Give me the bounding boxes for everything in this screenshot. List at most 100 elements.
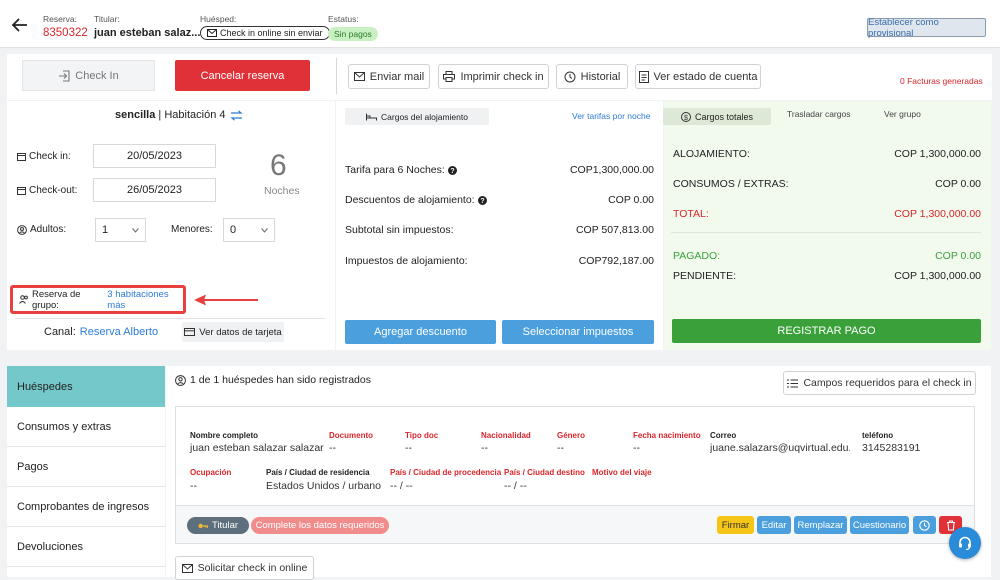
clock-icon: [919, 519, 930, 531]
bed-icon: [366, 113, 378, 121]
channel-value[interactable]: Reserva Alberto: [80, 326, 158, 338]
trash-icon: [946, 519, 956, 531]
checkin-button[interactable]: Check In: [22, 60, 155, 91]
discounts-value: COP 0.00: [608, 194, 654, 206]
questionnaire-button[interactable]: Cuestionario: [850, 516, 909, 534]
tab-total-charges[interactable]: $ Cargos totales: [663, 108, 771, 125]
adults-select[interactable]: 1: [95, 218, 146, 242]
checkin-date-input[interactable]: 20/05/2023: [93, 144, 216, 168]
room-type: sencilla: [115, 109, 156, 121]
guest-residence: Estados Unidos / urbano: [266, 480, 381, 492]
help-icon[interactable]: ?: [477, 195, 487, 205]
history-clock-button[interactable]: [913, 516, 936, 534]
sidebar-item-extras[interactable]: Consumos y extras: [7, 407, 165, 447]
tab-lodging-label: Cargos del alojamiento: [381, 111, 468, 122]
tab-view-group[interactable]: Ver grupo: [884, 109, 921, 119]
send-mail-label: Enviar mail: [369, 70, 425, 83]
send-mail-button[interactable]: Enviar mail: [348, 64, 430, 89]
pending-label: PENDIENTE:: [673, 270, 737, 282]
support-chat-button[interactable]: [949, 527, 981, 559]
users-icon: [19, 295, 29, 304]
guest-occupation: --: [190, 480, 197, 492]
add-discount-button[interactable]: Agregar descuento: [345, 320, 496, 344]
top-bar: [0, 0, 1000, 48]
printer-icon: [443, 71, 456, 82]
minors-value: 0: [230, 224, 237, 236]
reserva-label: Reserva:: [43, 14, 78, 24]
taxes-value: COP792,187.00: [578, 255, 654, 267]
credit-card-icon: [184, 328, 196, 336]
back-arrow-icon[interactable]: [12, 18, 28, 32]
replace-button[interactable]: Remplazar: [794, 516, 847, 534]
card-data-button[interactable]: Ver datos de tarjeta: [182, 322, 284, 342]
cancel-reservation-button[interactable]: Cancelar reserva: [175, 60, 310, 91]
arrow-annotation-icon: [192, 293, 262, 307]
totals-panel: [664, 101, 991, 350]
sign-button[interactable]: Firmar: [717, 516, 754, 534]
document-icon: [638, 70, 649, 83]
group-rooms-link[interactable]: 3 habitaciones más: [107, 289, 183, 311]
titular-badge-label: Titular: [211, 520, 239, 531]
history-button[interactable]: Historial: [556, 64, 628, 89]
pending-value: COP 1,300,000.00: [894, 270, 981, 282]
rates-per-night-link[interactable]: Ver tarifas por noche: [572, 111, 650, 121]
group-reservation-label: Reserva de grupo:: [32, 288, 81, 311]
request-online-checkin-button[interactable]: Solicitar check in online: [175, 556, 314, 580]
rate-value: COP1,300,000.00: [569, 164, 654, 176]
th-birth-date: Fecha nacimiento: [633, 431, 701, 440]
sidebar-item-receipts[interactable]: Comprobantes de ingresos: [7, 487, 165, 527]
checkin-online-badge: Check in online sin enviar: [200, 26, 330, 40]
tab-transfer-charges[interactable]: Trasladar cargos: [787, 109, 850, 119]
lodging-total-value: COP 1,300,000.00: [894, 148, 981, 160]
guest-origin: -- / --: [390, 480, 413, 492]
guest-phone: 3145283191: [862, 442, 921, 454]
help-icon[interactable]: ?: [447, 165, 457, 175]
rate-label: Tarifa para 6 Noches: ?: [345, 164, 457, 176]
sidebar-item-guests[interactable]: Huéspedes: [7, 366, 165, 407]
room-separator: |: [155, 109, 165, 121]
nights-count: 6: [270, 149, 287, 182]
discounts-label: Descuentos de alojamiento: ?: [345, 194, 487, 206]
paid-label: PAGADO:: [673, 250, 721, 262]
sidebar-rest: [7, 567, 165, 577]
guest-full-name: juan esteban salazar salazar: [190, 442, 324, 454]
tab-total-label: Cargos totales: [694, 111, 754, 122]
select-taxes-button[interactable]: Seleccionar impuestos: [502, 320, 654, 344]
invoices-link[interactable]: 0 Facturas generadas: [900, 76, 983, 86]
provisional-button[interactable]: Establecer como provisional: [867, 17, 986, 39]
checkout-date-input[interactable]: 26/05/2023: [93, 178, 216, 202]
th-destination: País / Ciudad destino: [504, 468, 585, 477]
card-data-label: Ver datos de tarjeta: [199, 326, 282, 338]
extras-total-label: CONSUMOS / EXTRAS:: [673, 178, 789, 190]
titular-badge: Titular: [187, 517, 249, 534]
titular-label: Titular:: [94, 14, 120, 24]
headset-icon: [957, 535, 973, 551]
group-reservation-box: Reserva de grupo: 3 habitaciones más: [10, 285, 186, 314]
print-checkin-button[interactable]: Imprimir check in: [438, 64, 549, 89]
channel-row: Canal: Reserva Alberto: [44, 326, 158, 338]
th-doc-type: Tipo doc: [405, 431, 439, 440]
edit-button[interactable]: Editar: [757, 516, 791, 534]
request-online-checkin-label: Solicitar check in online: [197, 562, 308, 574]
estatus-label: Estatus:: [328, 14, 359, 24]
nights-label: Noches: [264, 185, 300, 197]
taxes-label: Impuestos de alojamiento:: [345, 255, 468, 267]
th-document: Documento: [329, 431, 373, 440]
checkin-label-text: Check in:: [29, 151, 71, 162]
required-fields-button[interactable]: Campos requeridos para el check in: [783, 371, 976, 395]
dollar-circle-icon: $: [680, 111, 691, 122]
account-statement-button[interactable]: Ver estado de cuenta: [635, 64, 761, 89]
tab-lodging-charges[interactable]: Cargos del alojamiento: [345, 108, 489, 125]
sidebar-item-payments[interactable]: Pagos: [7, 447, 165, 487]
svg-text:?: ?: [450, 168, 454, 175]
checkin-online-text: Check in online sin enviar: [220, 28, 323, 38]
discounts-label-text: Descuentos de alojamiento:: [345, 194, 475, 206]
minors-label: Menores:: [171, 224, 213, 235]
swap-icon[interactable]: [229, 109, 243, 121]
register-payment-button[interactable]: REGISTRAR PAGO: [672, 319, 981, 343]
sidebar-item-refunds[interactable]: Devoluciones: [7, 527, 165, 567]
guest-gender: --: [557, 442, 564, 454]
required-fields-label: Campos requeridos para el check in: [803, 377, 972, 389]
minors-select[interactable]: 0: [223, 218, 275, 242]
extras-total-value: COP 0.00: [935, 178, 981, 190]
